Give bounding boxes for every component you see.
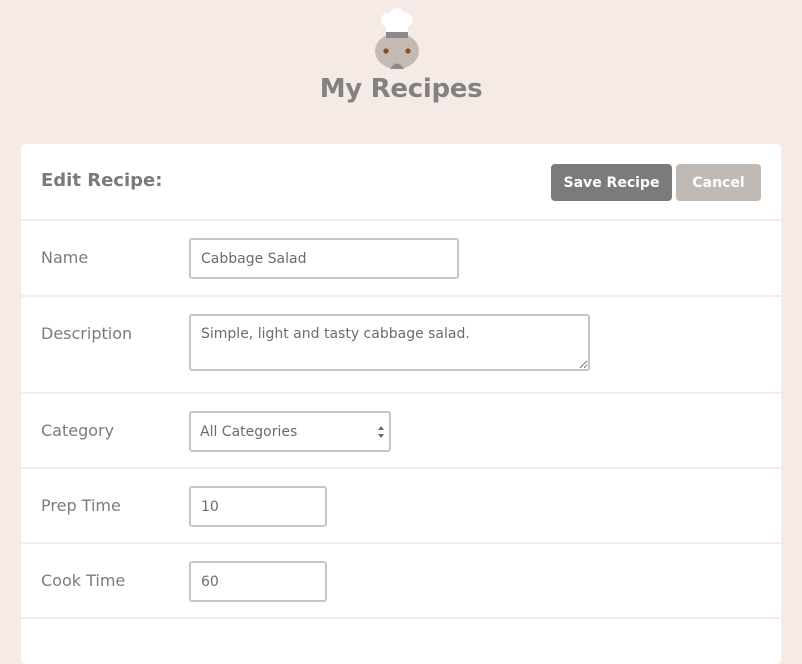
category-select-value: All Categories [200, 424, 298, 440]
save-recipe-button[interactable]: Save Recipe [551, 164, 672, 201]
description-textarea[interactable]: Simple, light and tasty cabbage salad. [189, 314, 590, 371]
prep-time-label: Prep Time [41, 496, 121, 515]
description-row: Description Simple, light and tasty cabb… [21, 297, 781, 394]
category-row: Category All Categories [21, 394, 781, 469]
cook-time-label: Cook Time [41, 571, 126, 590]
card-header: Edit Recipe: Save Recipe Cancel [21, 144, 781, 221]
name-input[interactable] [189, 238, 459, 279]
prep-time-input[interactable] [189, 486, 327, 527]
edit-recipe-card: Edit Recipe: Save Recipe Cancel Name Des… [21, 144, 781, 664]
name-row: Name [21, 221, 781, 297]
category-select[interactable]: All Categories [189, 411, 391, 452]
app-title: My Recipes [319, 74, 483, 104]
card-title: Edit Recipe: [41, 170, 163, 191]
page-header: My Recipes [0, 0, 802, 140]
cancel-button[interactable]: Cancel [676, 164, 761, 201]
description-label: Description [41, 324, 133, 343]
cook-time-input[interactable] [189, 561, 327, 602]
category-label: Category [41, 421, 115, 440]
name-label: Name [41, 248, 89, 267]
select-arrows-icon [378, 426, 384, 438]
cook-time-row: Cook Time [21, 544, 781, 619]
prep-time-row: Prep Time [21, 469, 781, 544]
chef-icon [375, 8, 419, 69]
